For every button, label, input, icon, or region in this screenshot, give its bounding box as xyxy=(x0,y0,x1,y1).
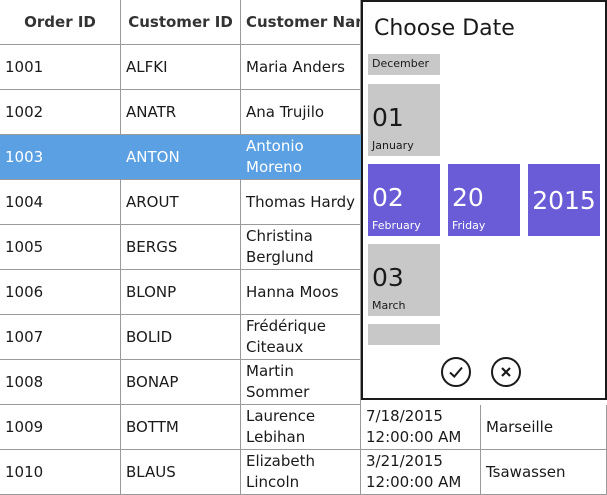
customer-name-cell: Maria Anders xyxy=(241,45,361,90)
customer-id-cell: AROUT xyxy=(121,180,241,225)
customer-id-cell: ALFKI xyxy=(121,45,241,90)
picker-title: Choose Date xyxy=(374,16,515,41)
order-id-cell: 1004 xyxy=(0,180,121,225)
day-tile-selected[interactable]: 20 Friday xyxy=(448,164,520,236)
year-tile-selected[interactable]: 2015 xyxy=(528,164,600,236)
month-name: January xyxy=(372,139,414,152)
month-number: 02 xyxy=(372,183,404,212)
order-date-cell: 7/18/2015 12:00:00 AM xyxy=(361,405,481,450)
close-icon xyxy=(501,367,511,377)
customer-name-cell: Elizabeth Lincoln xyxy=(241,450,361,495)
accept-button[interactable] xyxy=(441,357,471,387)
year-value: 2015 xyxy=(532,185,596,215)
table-row[interactable]: 1010 BLAUS Elizabeth Lincoln 3/21/2015 1… xyxy=(0,450,607,495)
customer-name-cell: Christina Berglund xyxy=(241,225,361,270)
order-id-cell: 1007 xyxy=(0,315,121,360)
order-id-cell: 1005 xyxy=(0,225,121,270)
customer-name-cell: Hanna Moos xyxy=(241,270,361,315)
customer-id-cell: BLAUS xyxy=(121,450,241,495)
cancel-button[interactable] xyxy=(491,357,521,387)
table-row[interactable]: 1009 BOTTM Laurence Lebihan 7/18/2015 12… xyxy=(0,405,607,450)
month-tile[interactable]: 01 January xyxy=(368,84,440,156)
month-tile[interactable]: 03 March xyxy=(368,244,440,316)
order-id-cell: 1003 xyxy=(0,135,121,180)
order-id-cell: 1006 xyxy=(0,270,121,315)
month-number: 01 xyxy=(372,103,404,132)
customer-id-cell: ANATR xyxy=(121,90,241,135)
month-name: December xyxy=(372,57,430,70)
customer-id-cell: BOLID xyxy=(121,315,241,360)
customer-id-cell: BONAP xyxy=(121,360,241,405)
order-id-cell: 1002 xyxy=(0,90,121,135)
order-date-cell: 3/21/2015 12:00:00 AM xyxy=(361,450,481,495)
day-number: 20 xyxy=(452,183,484,212)
day-name: Friday xyxy=(452,219,486,232)
date-picker-popup: Choose Date December 01 January 02 Febru… xyxy=(361,0,607,400)
customer-name-cell: Antonio Moreno xyxy=(241,135,361,180)
order-id-cell: 1008 xyxy=(0,360,121,405)
month-tile-next[interactable] xyxy=(368,324,440,345)
customer-id-cell: BOTTM xyxy=(121,405,241,450)
month-name: March xyxy=(372,299,406,312)
customer-name-cell: Thomas Hardy xyxy=(241,180,361,225)
header-customer-id[interactable]: Customer ID xyxy=(121,0,241,45)
city-cell: Marseille xyxy=(481,405,607,450)
customer-id-cell: ANTON xyxy=(121,135,241,180)
order-id-cell: 1010 xyxy=(0,450,121,495)
order-id-cell: 1001 xyxy=(0,45,121,90)
month-number: 03 xyxy=(372,263,404,292)
city-cell: Tsawassen xyxy=(481,450,607,495)
month-name: February xyxy=(372,219,421,232)
customer-id-cell: BLONP xyxy=(121,270,241,315)
customer-name-cell: Ana Trujilo xyxy=(241,90,361,135)
order-id-cell: 1009 xyxy=(0,405,121,450)
checkmark-icon xyxy=(449,366,463,378)
header-customer-name[interactable]: Customer Nam xyxy=(241,0,361,45)
customer-name-cell: Laurence Lebihan xyxy=(241,405,361,450)
header-order-id[interactable]: Order ID xyxy=(0,0,121,45)
customer-name-cell: Martin Sommer xyxy=(241,360,361,405)
customer-id-cell: BERGS xyxy=(121,225,241,270)
customer-name-cell: Frédérique Citeaux xyxy=(241,315,361,360)
month-tile-selected[interactable]: 02 February xyxy=(368,164,440,236)
month-tile-prev[interactable]: December xyxy=(368,54,440,75)
